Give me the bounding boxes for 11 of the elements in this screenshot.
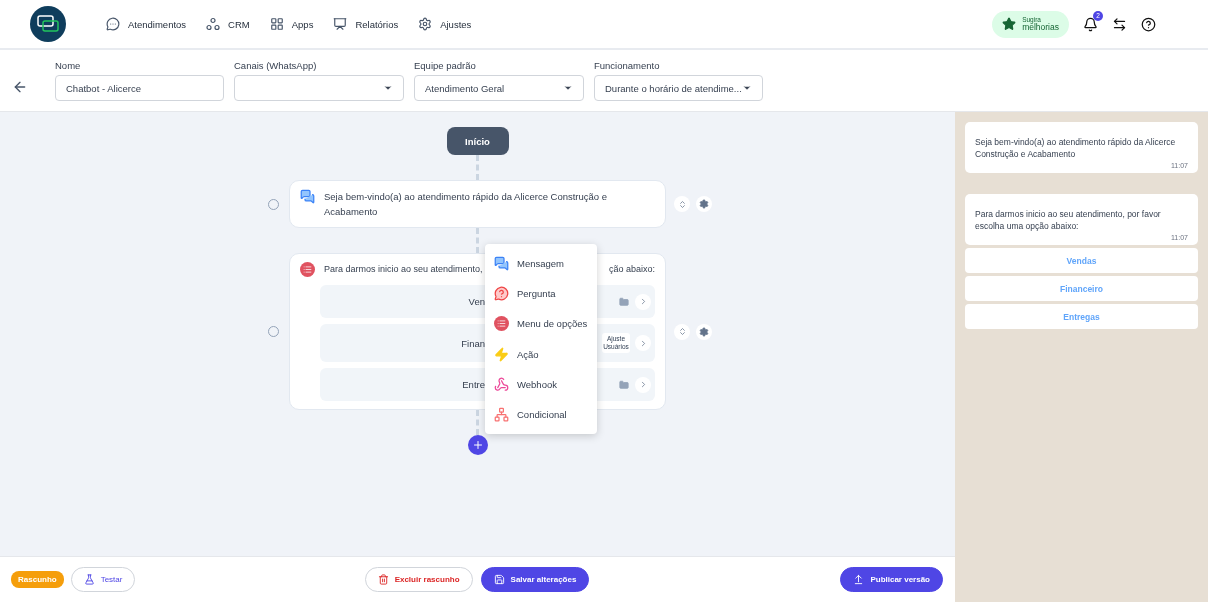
field-label: Nome (55, 60, 82, 71)
status-badge: Rascunho (11, 571, 64, 588)
field-label: Funcionamento (594, 60, 661, 71)
option-label: Ven (468, 296, 485, 307)
option-label: Entre (462, 379, 485, 390)
node-text: Seja bem-vindo(a) ao atendimento rápido da Alicerce Construção e Acabamento (324, 190, 609, 219)
field-label: Equipe padrão (414, 60, 477, 71)
node-text: ção abaixo: (608, 263, 655, 276)
field-label: Canais (WhatsApp) (234, 60, 318, 71)
node-text: Para darmos inicio ao seu atendimento, (324, 263, 483, 276)
option-label: Finan (461, 337, 485, 349)
